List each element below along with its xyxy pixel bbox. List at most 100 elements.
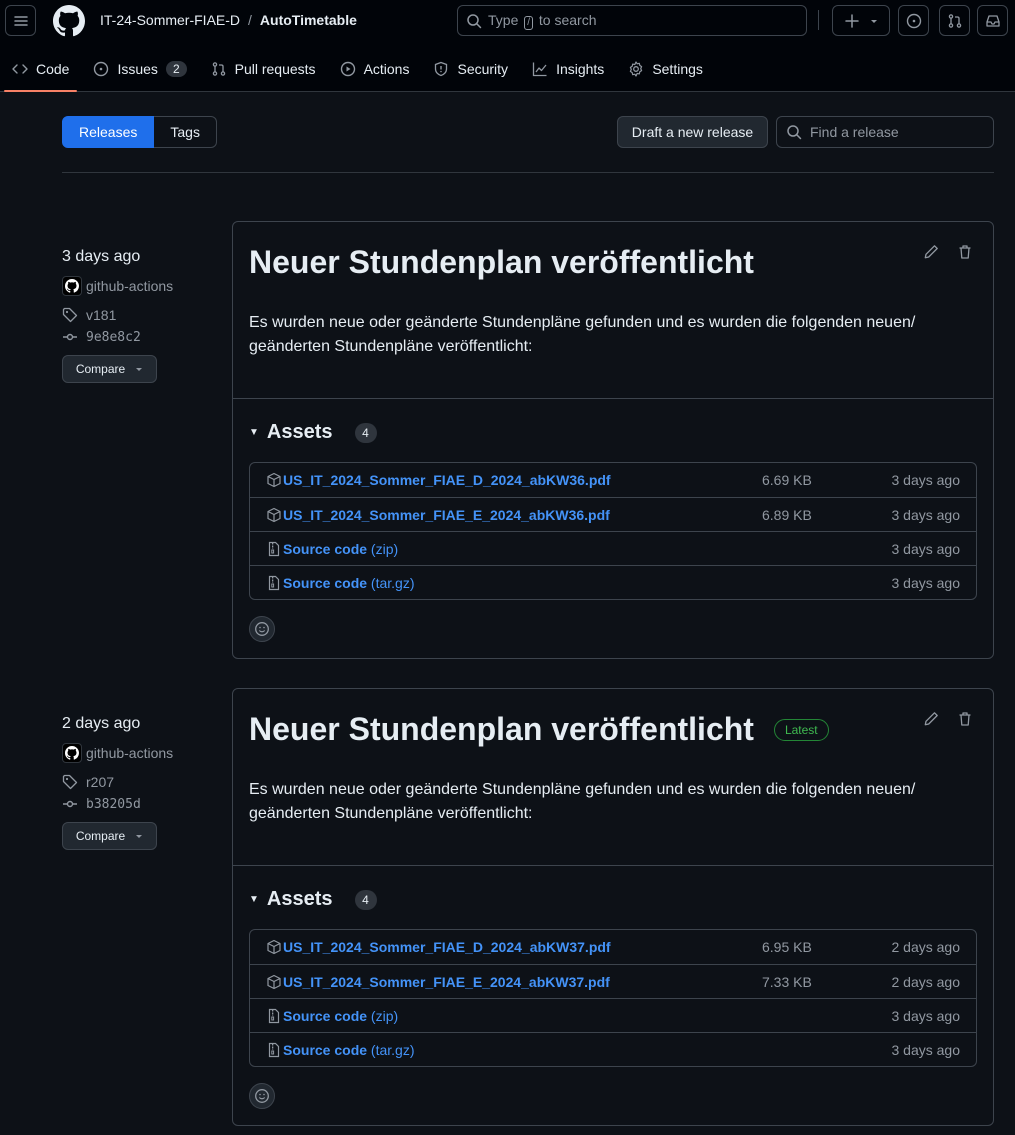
find-release-input[interactable]: Find a release [776, 116, 994, 148]
trash-icon[interactable] [957, 244, 973, 260]
release-commit[interactable]: b38205d [62, 796, 222, 812]
breadcrumb-separator: / [248, 12, 252, 28]
asset-time: 3 days ago [891, 540, 961, 557]
tab-label: Pull requests [234, 61, 316, 77]
asset-row: Source code (tar.gz) 3 days ago [250, 565, 976, 599]
release-actions [923, 711, 973, 727]
tab-label: Security [457, 61, 509, 77]
tag-name: r207 [86, 774, 115, 790]
tab-label: Actions [363, 61, 410, 77]
your-pull-requests-button[interactable] [939, 5, 970, 36]
tab-issues[interactable]: Issues 2 [81, 50, 198, 88]
issue-icon [93, 61, 109, 77]
owner-link[interactable]: IT-24-Sommer-FIAE-D [100, 12, 240, 28]
tab-insights[interactable]: Insights [520, 50, 616, 88]
package-icon [266, 507, 282, 523]
top-bar: IT-24-Sommer-FIAE-D / AutoTimetable Type… [0, 0, 1015, 42]
assets-section: ▼ Assets 4 US_IT_2024_Sommer_FIAE_D_2024… [233, 866, 993, 1109]
releases-tab[interactable]: Releases [62, 116, 155, 148]
compare-button[interactable]: Compare [62, 355, 157, 383]
release-body: Es wurden neue oder geänderte Stundenplä… [249, 781, 916, 822]
assets-heading: Assets [266, 421, 333, 443]
asset-link[interactable]: US_IT_2024_Sommer_FIAE_D_2024_abKW36.pdf [283, 472, 611, 488]
file-zip-icon [266, 541, 282, 557]
release-tag[interactable]: r207 [62, 774, 222, 790]
tag-name: v181 [86, 307, 117, 323]
assets-count-badge: 4 [354, 422, 377, 443]
commit-sha: b38205d [86, 796, 141, 812]
asset-row: Source code (zip) 3 days ago [250, 998, 976, 1032]
pull-request-icon [947, 13, 963, 29]
asset-link[interactable]: US_IT_2024_Sommer_FIAE_E_2024_abKW36.pdf [283, 507, 610, 523]
tag-icon [62, 307, 78, 323]
release-author[interactable]: github-actions [62, 743, 222, 763]
release-tag[interactable]: v181 [62, 307, 222, 323]
asset-link[interactable]: Source code (zip) [283, 541, 398, 557]
asset-size: 7.33 KB [762, 973, 812, 990]
avatar [62, 743, 82, 763]
commit-sha: 9e8e8c2 [86, 329, 141, 345]
your-issues-button[interactable] [898, 5, 929, 36]
add-reaction-button[interactable] [249, 616, 275, 642]
release-title[interactable]: Neuer Stundenplan veröffentlicht [249, 244, 754, 281]
package-icon [266, 472, 282, 488]
notifications-button[interactable] [977, 5, 1008, 36]
commit-icon [62, 329, 78, 345]
search-icon [466, 13, 482, 29]
tab-actions[interactable]: Actions [328, 50, 422, 88]
breadcrumb: IT-24-Sommer-FIAE-D / AutoTimetable [100, 12, 357, 28]
asset-link[interactable]: US_IT_2024_Sommer_FIAE_D_2024_abKW37.pdf [283, 939, 611, 955]
asset-row: US_IT_2024_Sommer_FIAE_D_2024_abKW36.pdf… [250, 463, 976, 497]
tab-security[interactable]: Security [421, 50, 520, 88]
assets-section: ▼ Assets 4 US_IT_2024_Sommer_FIAE_D_2024… [233, 399, 993, 642]
asset-time: 2 days ago [891, 939, 961, 955]
repo-link[interactable]: AutoTimetable [260, 12, 357, 28]
pencil-icon[interactable] [923, 711, 939, 727]
menu-button[interactable] [5, 5, 36, 36]
tags-tab[interactable]: Tags [154, 116, 217, 148]
file-zip-icon [266, 575, 282, 591]
asset-link[interactable]: US_IT_2024_Sommer_FIAE_E_2024_abKW37.pdf [283, 974, 610, 990]
assets-toggle[interactable]: ▼ Assets 4 [249, 888, 977, 911]
issue-icon [906, 13, 922, 29]
global-search-input[interactable]: Type / to search [457, 5, 807, 36]
asset-time: 3 days ago [891, 574, 961, 591]
release-card: Neuer Stundenplan veröffentlicht Latest … [232, 688, 994, 1126]
tab-pull-requests[interactable]: Pull requests [199, 50, 328, 88]
add-reaction-button[interactable] [249, 1083, 275, 1109]
release-commit[interactable]: 9e8e8c2 [62, 329, 222, 345]
inbox-icon [985, 13, 1001, 29]
pencil-icon[interactable] [923, 244, 939, 260]
asset-link[interactable]: Source code (tar.gz) [283, 1042, 415, 1058]
github-logo-icon[interactable] [53, 5, 85, 37]
release-title[interactable]: Neuer Stundenplan veröffentlicht [249, 711, 754, 748]
compare-label: Compare [75, 362, 126, 376]
triangle-down-icon [870, 17, 878, 25]
asset-row: US_IT_2024_Sommer_FIAE_E_2024_abKW37.pdf… [250, 964, 976, 998]
create-new-button[interactable] [832, 5, 890, 36]
asset-link[interactable]: Source code (tar.gz) [283, 575, 415, 591]
graph-icon [532, 61, 548, 77]
trash-icon[interactable] [957, 711, 973, 727]
assets-toggle[interactable]: ▼ Assets 4 [249, 421, 977, 444]
author-name: github-actions [86, 745, 174, 761]
latest-badge: Latest [773, 718, 829, 741]
compare-button[interactable]: Compare [62, 822, 157, 850]
tab-code[interactable]: Code [0, 50, 81, 92]
triangle-down-icon [135, 832, 143, 840]
asset-row: Source code (tar.gz) 3 days ago [250, 1032, 976, 1066]
commit-icon [62, 796, 78, 812]
asset-row: US_IT_2024_Sommer_FIAE_E_2024_abKW36.pdf… [250, 497, 976, 531]
search-icon [786, 124, 802, 140]
release-author[interactable]: github-actions [62, 276, 222, 296]
tab-settings[interactable]: Settings [616, 50, 715, 88]
repo-tabs: Code Issues 2 Pull requests Actions Secu… [0, 50, 715, 92]
release-meta: 3 days ago github-actions v181 9e8e8c2 C… [62, 248, 222, 383]
release-date: 3 days ago [62, 248, 141, 265]
package-icon [266, 939, 282, 955]
release-header: Neuer Stundenplan veröffentlicht Latest … [233, 689, 993, 866]
draft-new-release-button[interactable]: Draft a new release [617, 116, 768, 148]
asset-link[interactable]: Source code (zip) [283, 1008, 398, 1024]
smiley-icon [254, 621, 270, 637]
tab-label: Code [36, 61, 70, 77]
